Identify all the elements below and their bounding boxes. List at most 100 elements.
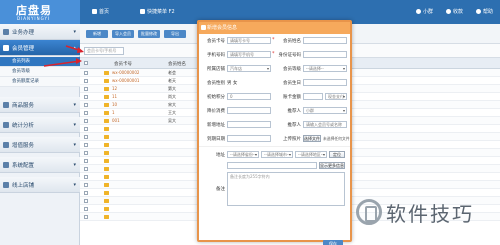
city-select[interactable]: --请选择城市--	[261, 151, 293, 158]
store-select[interactable]: 汽车店	[227, 65, 271, 72]
app-logo[interactable]: 店盘易 DIANYINGYI	[0, 0, 80, 24]
dialog-title-bar[interactable]: 新增会员信息	[199, 22, 350, 34]
sidebar-subitem-member-levels[interactable]: 会员等级	[0, 67, 80, 77]
folder-icon	[104, 199, 109, 203]
save-button[interactable]: 保存	[323, 240, 343, 245]
remark-label: 备注	[216, 187, 225, 192]
name-label: 会员姓名	[283, 39, 301, 44]
search-input[interactable]: 会员卡号/手机号	[84, 47, 124, 55]
member-card-cell[interactable]: wx-00000002	[112, 70, 139, 75]
sidebar-label: 增值服务	[12, 142, 35, 149]
sidebar-subitem-credit-records[interactable]: 会员额度记录	[0, 77, 80, 87]
row-checkbox[interactable]	[84, 127, 88, 131]
row-checkbox[interactable]	[84, 71, 88, 75]
gender-radio-group[interactable]: 男 女	[227, 80, 237, 86]
row-checkbox[interactable]	[84, 143, 88, 147]
sidebar-label: 统计分析	[12, 122, 35, 129]
phone-input[interactable]: 请填写手机号	[227, 51, 271, 58]
member-card-cell[interactable]: 11	[112, 94, 117, 99]
sidebar-subitem-member-list[interactable]: 会员列表	[0, 57, 80, 67]
user-button[interactable]: 小群	[416, 8, 433, 15]
row-checkbox[interactable]	[84, 159, 88, 163]
sidebar-item-products[interactable]: 商品服务 ▾	[0, 97, 80, 113]
business-icon	[3, 28, 9, 35]
address-new-input[interactable]	[227, 121, 271, 128]
row-checkbox[interactable]	[84, 111, 88, 115]
sidebar-item-online-store[interactable]: 线上店铺 ▾	[0, 177, 80, 193]
show-more-button[interactable]: 显示更多信息	[319, 162, 345, 169]
add-member-button[interactable]: 新增	[86, 30, 108, 38]
member-card-cell[interactable]: 10	[112, 102, 117, 107]
expiry-label: 到期日期	[207, 137, 225, 142]
row-checkbox[interactable]	[84, 151, 88, 155]
balance-label: 账卡金额	[283, 95, 301, 100]
choose-file-button[interactable]: 选择文件	[303, 135, 321, 142]
help-label: 帮助	[483, 9, 494, 15]
sidebar-item-members[interactable]: 会员管理 ▴	[0, 40, 80, 56]
row-checkbox[interactable]	[84, 183, 88, 187]
batch-edit-button[interactable]: 批量修改	[138, 30, 160, 38]
sidebar-item-settings[interactable]: 系统配置 ▾	[0, 157, 80, 173]
row-checkbox[interactable]	[84, 119, 88, 123]
level-label: 会员等级	[283, 67, 301, 72]
home-button[interactable]: 首页	[92, 8, 109, 15]
recommender-input[interactable]: 请输入会员号或名称	[303, 121, 347, 128]
sidebar-label: 线上店铺	[12, 182, 35, 189]
district-select[interactable]: --请选择地区--	[295, 151, 327, 158]
row-checkbox[interactable]	[84, 191, 88, 195]
address-new-label: 新增地址	[207, 123, 225, 128]
row-checkbox[interactable]	[84, 135, 88, 139]
sidebar-item-statistics[interactable]: 统计分析 ▾	[0, 117, 80, 133]
sidebar-label: 商品服务	[12, 102, 35, 109]
card-no-input[interactable]: 请填写卡号	[227, 37, 271, 44]
points-input[interactable]: 0	[227, 93, 271, 100]
birthday-input[interactable]	[303, 79, 347, 86]
member-card-cell[interactable]: 1	[112, 110, 115, 115]
row-checkbox[interactable]	[84, 167, 88, 171]
row-checkbox[interactable]	[84, 175, 88, 179]
name-input[interactable]	[303, 37, 347, 44]
balance-input[interactable]	[303, 93, 323, 100]
import-members-button[interactable]: 导入会员	[112, 30, 134, 38]
sidebar-label: 业务办理	[12, 29, 35, 36]
row-checkbox[interactable]	[84, 207, 88, 211]
sidebar-label: 会员管理	[12, 45, 35, 52]
logo-sub-text: DIANYINGYI	[17, 16, 51, 21]
folder-icon	[104, 151, 109, 155]
select-all-checkbox[interactable]	[84, 61, 88, 65]
member-card-cell[interactable]: 001	[112, 118, 120, 123]
level-select[interactable]: --请选择--	[303, 65, 347, 72]
member-card-cell[interactable]: 12	[112, 86, 117, 91]
gender-label: 会员性别	[207, 81, 225, 86]
id-label: 身份证号码	[278, 53, 302, 58]
logout-button[interactable]: 收款	[446, 8, 463, 15]
shortcut-menu-button[interactable]: 快捷菜单 F2	[140, 8, 175, 15]
export-button[interactable]: 导出	[164, 30, 186, 38]
locate-button[interactable]: 定位	[329, 151, 345, 158]
help-button[interactable]: 帮助	[476, 8, 493, 15]
member-card-cell[interactable]: wx-00000001	[112, 78, 139, 83]
row-checkbox[interactable]	[84, 87, 88, 91]
payment-select[interactable]: 现金支付	[325, 93, 347, 100]
remark-textarea[interactable]: 备注长度为255字符内	[227, 172, 345, 206]
folder-icon	[104, 127, 109, 131]
street-address-input[interactable]	[227, 162, 317, 169]
id-input[interactable]	[303, 51, 347, 58]
chevron-down-icon: ▾	[73, 29, 76, 35]
expiry-input[interactable]	[227, 135, 271, 142]
row-checkbox[interactable]	[84, 103, 88, 107]
referrer-select[interactable]: 小群	[303, 107, 347, 114]
row-checkbox[interactable]	[84, 79, 88, 83]
row-checkbox[interactable]	[84, 95, 88, 99]
discount-input[interactable]	[227, 107, 271, 114]
user-icon	[416, 9, 421, 14]
chevron-up-icon: ▴	[73, 45, 76, 51]
home-label: 首页	[99, 9, 110, 15]
watermark-text: 软件技巧	[386, 201, 474, 226]
sidebar-item-value-added[interactable]: 增值服务 ▾	[0, 137, 80, 153]
row-checkbox[interactable]	[84, 215, 88, 219]
sidebar-item-business[interactable]: 业务办理 ▾	[0, 24, 80, 40]
folder-icon	[104, 119, 109, 123]
row-checkbox[interactable]	[84, 199, 88, 203]
province-select[interactable]: --请选择省份--	[227, 151, 259, 158]
